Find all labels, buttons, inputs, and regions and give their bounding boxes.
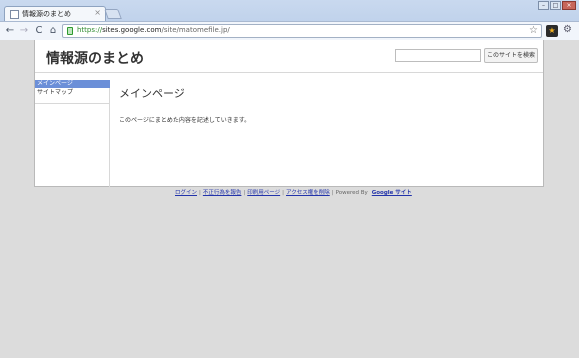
footer-powered-by: Powered By: [335, 190, 368, 196]
site-header: 情報源のまとめ このサイトを検索: [35, 40, 543, 73]
url-path: /site/matomefile.jp/: [161, 26, 230, 34]
footer-print-page-link[interactable]: 印刷用ページ: [247, 190, 280, 196]
url-scheme: https://: [77, 26, 103, 34]
footer-login-link[interactable]: ログイン: [175, 190, 197, 196]
footer-report-abuse-link[interactable]: 不正行為を報告: [203, 190, 242, 196]
footer-separator: |: [331, 190, 334, 196]
tab-close-icon[interactable]: ×: [94, 8, 101, 17]
bookmark-star-icon[interactable]: ☆: [529, 25, 538, 36]
site-search-input[interactable]: [395, 49, 481, 62]
address-bar[interactable]: https://sites.google.com/site/matomefile…: [62, 24, 542, 38]
minimize-button[interactable]: –: [538, 1, 549, 10]
reload-icon[interactable]: C: [33, 25, 45, 37]
back-icon[interactable]: ←: [4, 25, 16, 37]
footer-separator: |: [282, 190, 284, 196]
maximize-button[interactable]: □: [550, 1, 561, 10]
wrench-menu-icon[interactable]: ⚙: [563, 24, 572, 35]
sidebar-item-main-page[interactable]: メインページ: [35, 80, 110, 88]
url-host: sites.google.com: [102, 26, 162, 34]
footer-google-sites-link[interactable]: Google サイト: [372, 190, 412, 196]
new-tab-button[interactable]: [104, 9, 122, 19]
page-title: メインページ: [119, 87, 185, 100]
browser-toolbar: ← → C ⌂ https://sites.google.com/site/ma…: [0, 21, 579, 40]
page-body-text: このページにまとめた内容を記述していきます。: [119, 117, 251, 124]
forward-icon[interactable]: →: [18, 25, 30, 37]
site-page: 情報源のまとめ このサイトを検索 メインページ サイトマップ メインページ この…: [34, 40, 544, 187]
sidebar-divider: [35, 103, 110, 104]
tab-title: 情報源のまとめ: [22, 10, 71, 18]
footer-separator: |: [199, 190, 201, 196]
url-text: https://sites.google.com/site/matomefile…: [77, 26, 230, 34]
browser-tab[interactable]: 情報源のまとめ ×: [4, 6, 106, 22]
site-footer: ログイン | 不正行為を報告 | 印刷用ページ | アクセス権を削除 | Powered By G…: [175, 189, 412, 198]
close-window-button[interactable]: ×: [562, 1, 576, 10]
sidebar-item-sitemap[interactable]: サイトマップ: [35, 89, 110, 97]
sidebar: メインページ サイトマップ: [35, 80, 110, 187]
extension-icon[interactable]: ★: [546, 25, 558, 37]
browser-chrome: 情報源のまとめ × – □ × ← → C ⌂ https://sites.go…: [0, 0, 579, 40]
footer-separator: |: [243, 190, 246, 196]
page-favicon-icon: [10, 10, 19, 19]
tab-strip: 情報源のまとめ × – □ ×: [0, 0, 579, 22]
site-title[interactable]: 情報源のまとめ: [46, 48, 144, 68]
lock-icon: [67, 27, 73, 35]
home-icon[interactable]: ⌂: [47, 25, 59, 37]
footer-remove-access-link[interactable]: アクセス権を削除: [286, 190, 330, 196]
site-search-button[interactable]: このサイトを検索: [484, 48, 538, 63]
window-controls: – □ ×: [538, 1, 576, 10]
